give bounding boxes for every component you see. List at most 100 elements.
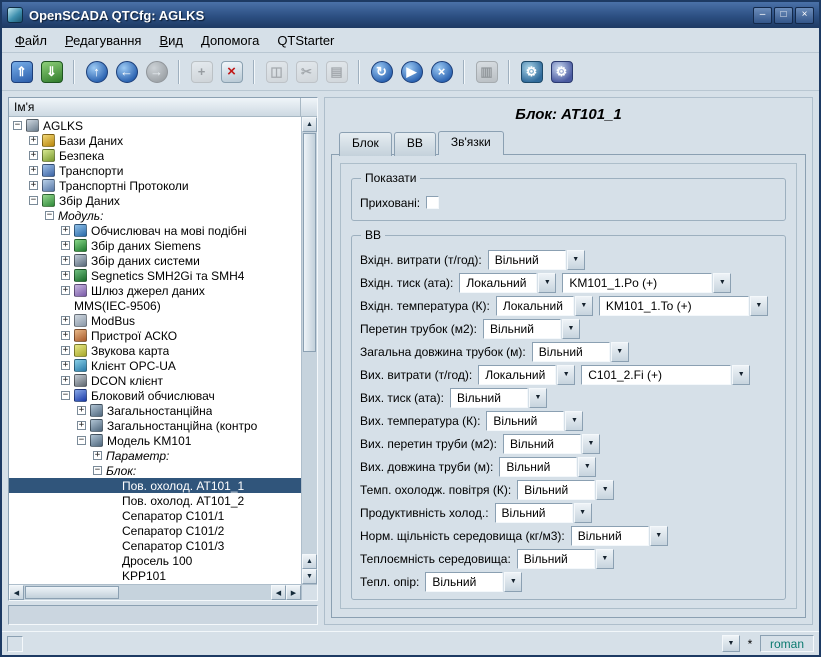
collapse-minus-icon[interactable]: − — [29, 196, 38, 205]
expand-plus-icon[interactable]: + — [61, 316, 70, 325]
collapse-minus-icon[interactable]: − — [13, 121, 22, 130]
collapse-minus-icon[interactable]: − — [77, 436, 86, 445]
tree-item[interactable]: +Загальностанційна (контро — [9, 418, 301, 433]
menu-item-help[interactable]: Допомога — [192, 30, 268, 51]
expand-plus-icon[interactable]: + — [61, 376, 70, 385]
combo-arrow-button[interactable]: ▼ — [562, 319, 580, 339]
combo-arrow-button[interactable]: ▼ — [529, 388, 547, 408]
tree-item[interactable]: +Обчислювач на мові подібні — [9, 223, 301, 238]
combo-arrow-button[interactable]: ▼ — [732, 365, 750, 385]
maximize-button[interactable]: □ — [774, 7, 793, 24]
refresh-button[interactable]: ↻ — [368, 58, 395, 85]
menu-item-file[interactable]: Файл — [6, 30, 56, 51]
combo-arrow-button[interactable]: ▼ — [567, 250, 585, 270]
combo-arrow-button[interactable]: ▼ — [538, 273, 556, 293]
menu-item-edit[interactable]: Редагування — [56, 30, 151, 51]
qtstarter-vision-button[interactable]: ⚙ — [548, 58, 575, 85]
tab-block[interactable]: Блок — [339, 132, 392, 156]
scroll-up-button-2[interactable]: ▲ — [302, 554, 317, 569]
combo-arrow-button[interactable]: ▼ — [611, 342, 629, 362]
tree-item[interactable]: Сепаратор C101/1 — [9, 508, 301, 523]
tree-item[interactable]: Пов. охолод. AT101_1 — [9, 478, 301, 493]
tree-item[interactable]: Сепаратор C101/3 — [9, 538, 301, 553]
tree-item[interactable]: +Збір даних системи — [9, 253, 301, 268]
expand-plus-icon[interactable]: + — [77, 421, 86, 430]
expand-plus-icon[interactable]: + — [61, 331, 70, 340]
link-type-combo[interactable]: Вільний▼ — [488, 250, 585, 270]
combo-arrow-button[interactable]: ▼ — [713, 273, 731, 293]
tree-item[interactable]: +Збір даних Siemens — [9, 238, 301, 253]
hidden-checkbox[interactable] — [426, 196, 439, 209]
tree-item[interactable]: Пов. охолод. AT101_2 — [9, 493, 301, 508]
expand-plus-icon[interactable]: + — [61, 346, 70, 355]
tree-item[interactable]: −Блоковий обчислювач — [9, 388, 301, 403]
minimize-button[interactable]: – — [753, 7, 772, 24]
link-value-combo[interactable]: KM101_1.Po (+)▼ — [562, 273, 731, 293]
up-button[interactable]: ↑ — [83, 58, 110, 85]
link-type-combo[interactable]: Вільний▼ — [503, 434, 600, 454]
horizontal-scroll-track[interactable] — [24, 585, 271, 600]
expand-plus-icon[interactable]: + — [61, 271, 70, 280]
tree-filter-input[interactable] — [8, 605, 318, 625]
status-star-button[interactable]: * — [744, 637, 756, 651]
tree-item[interactable]: −Блок: — [9, 463, 301, 478]
link-value-combo[interactable]: C101_2.Fi (+)▼ — [581, 365, 750, 385]
expand-plus-icon[interactable]: + — [93, 451, 102, 460]
collapse-minus-icon[interactable]: − — [93, 466, 102, 475]
tree-horizontal-scrollbar[interactable]: ◀ ◀ ▶ — [9, 584, 301, 600]
expand-plus-icon[interactable]: + — [61, 286, 70, 295]
combo-arrow-button[interactable]: ▼ — [557, 365, 575, 385]
tree-item[interactable]: Дросель 100 — [9, 553, 301, 568]
link-type-combo[interactable]: Вільний▼ — [517, 549, 614, 569]
tree-item[interactable]: +Клієнт OPC-UA — [9, 358, 301, 373]
tree-item[interactable]: −Збір Даних — [9, 193, 301, 208]
stop-button[interactable]: × — [428, 58, 455, 85]
expand-plus-icon[interactable]: + — [29, 181, 38, 190]
expand-plus-icon[interactable]: + — [61, 256, 70, 265]
link-type-combo[interactable]: Вільний▼ — [495, 503, 592, 523]
combo-arrow-button[interactable]: ▼ — [650, 526, 668, 546]
tree-item[interactable]: +Загальностанційна — [9, 403, 301, 418]
combo-arrow-button[interactable]: ▼ — [575, 296, 593, 316]
scroll-up-button[interactable]: ▲ — [302, 117, 317, 132]
combo-arrow-button[interactable]: ▼ — [578, 457, 596, 477]
start-button[interactable]: ▶ — [398, 58, 425, 85]
combo-arrow-button[interactable]: ▼ — [574, 503, 592, 523]
combo-arrow-button[interactable]: ▼ — [565, 411, 583, 431]
scroll-left-button[interactable]: ◀ — [9, 585, 24, 600]
expand-plus-icon[interactable]: + — [61, 361, 70, 370]
qtstarter-config-button[interactable]: ⚙ — [518, 58, 545, 85]
tree-item[interactable]: +Пристрої АСКО — [9, 328, 301, 343]
tree-item[interactable]: −Модель KM101 — [9, 433, 301, 448]
link-value-combo[interactable]: KM101_1.To (+)▼ — [599, 296, 768, 316]
close-button[interactable]: × — [795, 7, 814, 24]
menu-item-view[interactable]: Вид — [150, 30, 192, 51]
tree-item[interactable]: +Звукова карта — [9, 343, 301, 358]
link-type-combo[interactable]: Вільний▼ — [499, 457, 596, 477]
delete-item-button[interactable]: × — [218, 58, 245, 85]
save-to-db-button[interactable]: ⇓ — [38, 58, 65, 85]
link-type-combo[interactable]: Вільний▼ — [571, 526, 668, 546]
tree-item[interactable]: +ModBus — [9, 313, 301, 328]
scroll-right-button[interactable]: ▶ — [286, 585, 301, 600]
tree-item[interactable]: +Безпека — [9, 148, 301, 163]
scroll-down-button[interactable]: ▼ — [302, 569, 317, 584]
link-type-combo[interactable]: Локальний▼ — [459, 273, 556, 293]
tab-links[interactable]: Зв'язки — [438, 131, 504, 155]
tree-item[interactable]: KPP101 — [9, 568, 301, 583]
tree-item[interactable]: +Транспорти — [9, 163, 301, 178]
load-from-db-button[interactable]: ⇑ — [8, 58, 35, 85]
tree-item[interactable]: +Segnetics SMH2Gi та SMH4 — [9, 268, 301, 283]
link-type-combo[interactable]: Вільний▼ — [450, 388, 547, 408]
combo-arrow-button[interactable]: ▼ — [596, 480, 614, 500]
tree-item[interactable]: −Модуль: — [9, 208, 301, 223]
tree-item[interactable]: MMS(IEC-9506) — [9, 298, 301, 313]
tree-item[interactable]: Сепаратор C101/2 — [9, 523, 301, 538]
link-type-combo[interactable]: Локальний▼ — [496, 296, 593, 316]
collapse-minus-icon[interactable]: − — [45, 211, 54, 220]
scroll-left-button-2[interactable]: ◀ — [271, 585, 286, 600]
tab-io[interactable]: ВВ — [394, 132, 436, 156]
tree-item[interactable]: +Бази Даних — [9, 133, 301, 148]
back-button[interactable]: ← — [113, 58, 140, 85]
link-type-combo[interactable]: Вільний▼ — [425, 572, 522, 592]
